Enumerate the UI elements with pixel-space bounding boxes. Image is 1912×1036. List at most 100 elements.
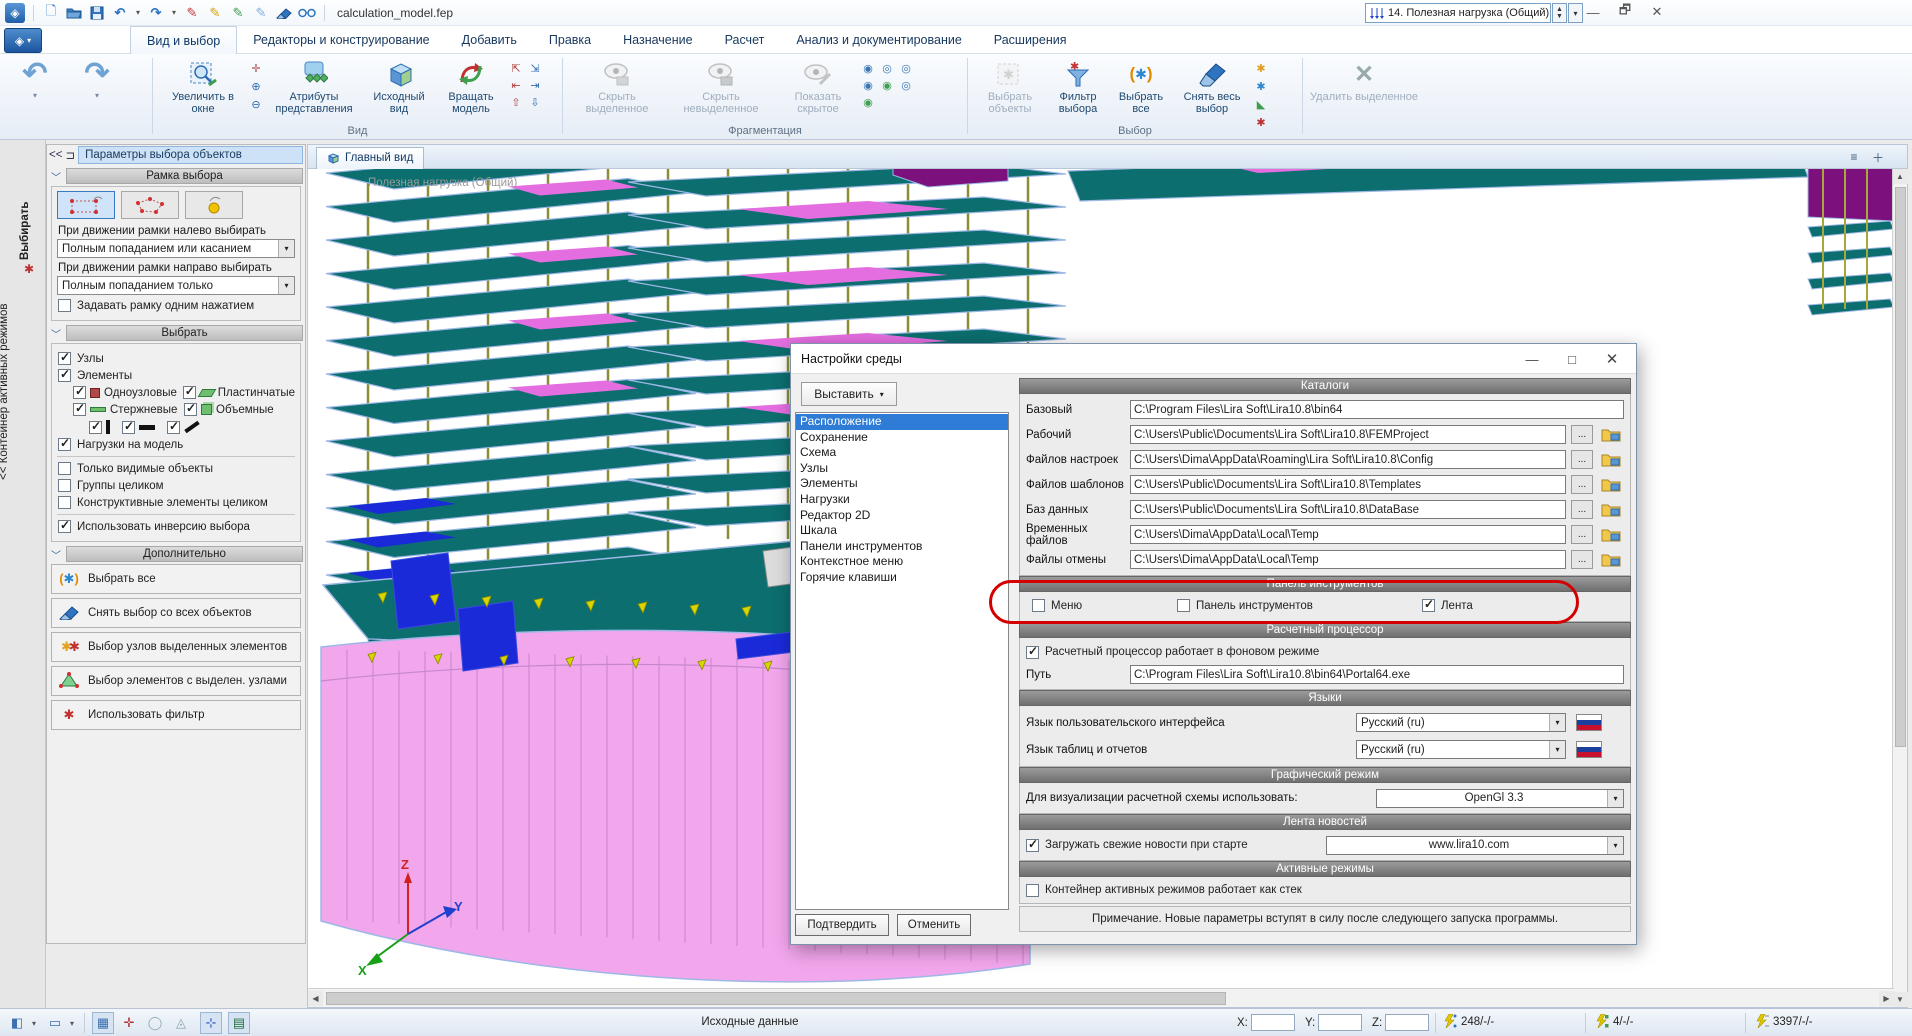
clear-all-selection-button[interactable]: Снять выбор со всех объектов <box>51 598 301 628</box>
vertical-scroll-thumb[interactable] <box>1895 187 1906 747</box>
glasses-icon[interactable] <box>298 4 316 22</box>
viewport-views-menu-icon[interactable]: ≡ <box>1845 148 1863 166</box>
nav-item-nodes[interactable]: Узлы <box>796 461 1008 477</box>
select-lasso-icon[interactable]: ✱ <box>24 262 34 276</box>
scroll-left-icon[interactable]: ◀ <box>308 991 323 1006</box>
delete-selected-button[interactable]: ✕ Удалить выделенное <box>1309 56 1419 122</box>
open-folder-icon[interactable] <box>1598 424 1624 445</box>
tab-pravka[interactable]: Правка <box>533 26 607 54</box>
whole-structural-checkbox[interactable] <box>58 496 71 509</box>
opengl-select[interactable]: OpenGl 3.3▾ <box>1376 789 1624 808</box>
eye-tool-icon[interactable]: ◉ <box>859 77 877 93</box>
browse-button[interactable]: ... <box>1571 425 1593 444</box>
initial-view-button[interactable]: Исходный вид <box>363 56 435 122</box>
chevron-down-icon[interactable]: ▾ <box>95 91 99 100</box>
show-hidden-button[interactable]: Показать скрытое <box>777 56 859 122</box>
view-attributes-button[interactable]: Атрибуты представления <box>265 56 363 122</box>
path-temp-input[interactable]: C:\Users\Dima\AppData\Local\Temp <box>1130 525 1566 544</box>
coord-z-field[interactable] <box>1385 1014 1429 1031</box>
tab-naznachenie[interactable]: Назначение <box>607 26 708 54</box>
confirm-button[interactable]: Подтвердить <box>795 914 889 936</box>
view-axis-icon[interactable]: ⇩ <box>526 94 544 110</box>
maximize-button[interactable]: 🗗 <box>1610 1 1640 23</box>
eye-tool-icon[interactable]: ◎ <box>897 77 915 93</box>
tab-raschet[interactable]: Расчет <box>709 26 781 54</box>
open-folder-icon[interactable] <box>1598 549 1624 570</box>
load-case-selector[interactable]: 14. Полезная нагрузка (Общий) <box>1365 3 1551 23</box>
nav-item-scale[interactable]: Шкала <box>796 523 1008 539</box>
select-elements-icon[interactable]: ✱ <box>1252 78 1270 94</box>
selection-filter-button[interactable]: ✱ Фильтр выбора <box>1046 56 1110 122</box>
save-file-icon[interactable] <box>88 4 106 22</box>
side-tab-active-modes-container[interactable]: << Контейнер активных режимов <box>0 150 10 480</box>
view-axis-icon[interactable]: ⇥ <box>526 77 544 93</box>
modes-stack-checkbox[interactable] <box>1026 884 1039 897</box>
app-logo-icon[interactable]: ◈ <box>5 3 25 23</box>
eye-tool-icon[interactable]: ◉ <box>859 94 877 110</box>
collapse-chevron-icon[interactable]: ﹀ <box>49 547 63 562</box>
browse-button[interactable]: ... <box>1571 525 1593 544</box>
path-database-input[interactable]: C:\Users\Public\Documents\Lira Soft\Lira… <box>1130 500 1566 519</box>
viewport-tab-main-view[interactable]: Главный вид <box>316 147 424 169</box>
rotate-model-button[interactable]: Вращать модель <box>435 56 507 122</box>
tab-redaktory[interactable]: Редакторы и конструирование <box>237 26 445 54</box>
select-all-button[interactable]: (✱) Выбрать все <box>1110 56 1172 122</box>
open-folder-icon[interactable] <box>1598 449 1624 470</box>
ucs-icon[interactable]: ◬ <box>170 1012 192 1034</box>
redo-button[interactable]: ↷▾ <box>66 56 128 122</box>
browse-button[interactable]: ... <box>1571 450 1593 469</box>
dropdown-arrow-icon[interactable]: ▾ <box>1607 790 1623 807</box>
view-axis-icon[interactable]: ⇱ <box>507 60 525 76</box>
eye-tool-icon[interactable]: ◉ <box>878 77 896 93</box>
marker-blue-icon[interactable]: ✎ <box>252 4 270 22</box>
open-folder-icon[interactable] <box>1598 474 1624 495</box>
select-all-action-button[interactable]: (✱) Выбрать все <box>51 564 301 594</box>
undo-dropdown-icon[interactable]: ▾ <box>134 4 142 22</box>
collapse-chevron-icon[interactable]: ﹀ <box>49 326 63 341</box>
marker-red-icon[interactable]: ✎ <box>183 4 201 22</box>
dropdown-icon[interactable]: ▾ <box>66 1012 78 1034</box>
coord-x-field[interactable] <box>1251 1014 1295 1031</box>
select-nodes-icon[interactable]: ✱ <box>1252 60 1270 76</box>
hide-selected-button[interactable]: Скрыть выделенное <box>569 56 665 122</box>
new-file-icon[interactable]: 🗋 <box>42 4 60 22</box>
dropdown-arrow-icon[interactable]: ▾ <box>1549 714 1565 731</box>
ribbon-checkbox[interactable] <box>1422 599 1435 612</box>
dialog-close-button[interactable]: ✕ <box>1592 345 1632 373</box>
whole-groups-checkbox[interactable] <box>58 479 71 492</box>
path-templates-input[interactable]: C:\Users\Public\Documents\Lira Soft\Lira… <box>1130 475 1566 494</box>
frame-left-select[interactable]: Полным попаданием или касанием▾ <box>57 239 295 258</box>
browse-button[interactable]: ... <box>1571 500 1593 519</box>
view-axis-icon[interactable]: ⇤ <box>507 77 525 93</box>
path-base-input[interactable]: C:\Program Files\Lira Soft\Lira10.8\bin6… <box>1130 400 1624 419</box>
nodes-checkbox[interactable] <box>58 352 71 365</box>
plate-checkbox[interactable] <box>183 386 196 399</box>
select-plate-icon[interactable]: ◣ <box>1252 96 1270 112</box>
elements-checkbox[interactable] <box>58 369 71 382</box>
eraser-icon[interactable] <box>275 4 293 22</box>
nav-item-elements[interactable]: Элементы <box>796 476 1008 492</box>
scroll-up-icon[interactable]: ▲ <box>1893 169 1908 184</box>
model-loads-checkbox[interactable] <box>58 438 71 451</box>
open-folder-icon[interactable] <box>1598 499 1624 520</box>
invert-selection-checkbox[interactable] <box>58 520 71 533</box>
single-node-checkbox[interactable] <box>73 386 86 399</box>
zoom-out-icon[interactable]: ⊖ <box>247 96 265 112</box>
processor-path-input[interactable]: C:\Program Files\Lira Soft\Lira10.8\bin6… <box>1130 665 1624 684</box>
snap-crosshair-icon[interactable]: ✛ <box>118 1012 140 1034</box>
coord-y-field[interactable] <box>1318 1014 1362 1031</box>
path-undo-input[interactable]: C:\Users\Dima\AppData\Local\Temp <box>1130 550 1566 569</box>
background-processor-checkbox[interactable] <box>1026 646 1039 659</box>
browse-button[interactable]: ... <box>1571 475 1593 494</box>
view-axis-icon[interactable]: ⇧ <box>507 94 525 110</box>
eye-tool-icon[interactable]: ◎ <box>897 60 915 76</box>
marker-yellow-icon[interactable]: ✎ <box>206 4 224 22</box>
frame-mode-rect-button[interactable] <box>57 191 115 219</box>
frame-mode-polygon-button[interactable] <box>121 191 179 219</box>
dropdown-arrow-icon[interactable]: ▾ <box>278 240 294 257</box>
line-thin-checkbox[interactable] <box>89 421 102 434</box>
select-objects-button[interactable]: ✱ Выбрать объекты <box>974 56 1046 122</box>
model-settings-icon[interactable]: ◧ <box>6 1012 28 1034</box>
select-elements-with-nodes-button[interactable]: Выбор элементов с выделен. узлами <box>51 666 301 696</box>
load-news-checkbox[interactable] <box>1026 839 1039 852</box>
